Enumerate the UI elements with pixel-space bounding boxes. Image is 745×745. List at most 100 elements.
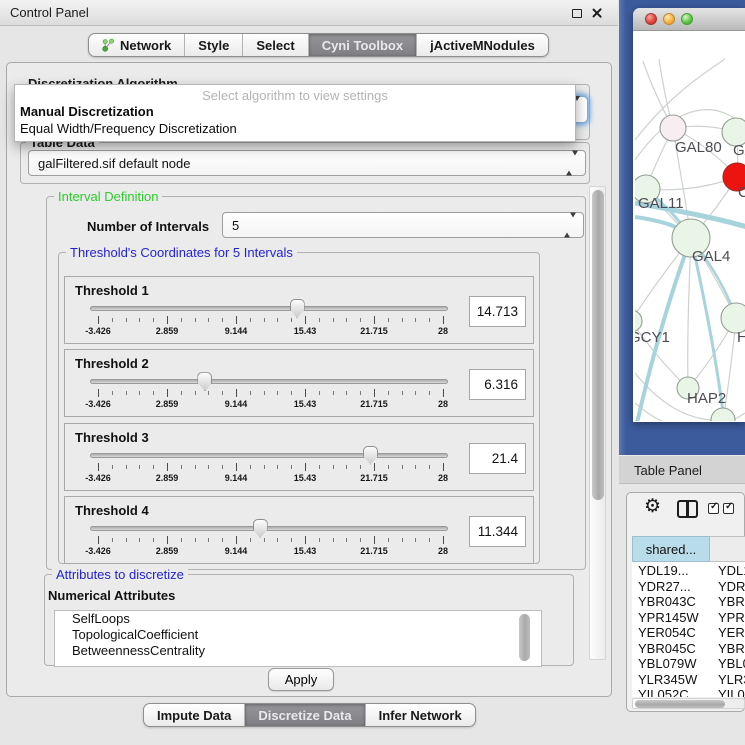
cell-shared-name[interactable]: YDR27... xyxy=(632,579,710,595)
table-row[interactable]: YER054CYER0 xyxy=(632,625,745,641)
cell-name[interactable]: YER0 xyxy=(710,625,745,641)
table-hscrollbar-thumb[interactable] xyxy=(635,700,725,708)
network-node[interactable] xyxy=(660,115,686,141)
network-node[interactable] xyxy=(711,408,735,421)
zoom-traffic-light-icon[interactable] xyxy=(681,13,693,25)
slider-thumb[interactable] xyxy=(197,372,212,391)
slider-thumb[interactable] xyxy=(253,519,268,538)
cell-shared-name[interactable]: YLR345W xyxy=(632,672,710,688)
slider-track[interactable] xyxy=(90,453,448,458)
checkbox-icon[interactable] xyxy=(723,503,734,514)
tab-discretize-data[interactable]: Discretize Data xyxy=(244,704,364,726)
tab-jactivemnodules[interactable]: jActiveMNodules xyxy=(416,34,548,56)
close-traffic-light-icon[interactable] xyxy=(645,13,657,25)
attribute-item-topologicalcoefficient[interactable]: TopologicalCoefficient xyxy=(55,627,541,643)
cell-name[interactable]: YBR0 xyxy=(710,641,745,657)
node-label-gal4: GAL4 xyxy=(692,248,730,265)
cell-shared-name[interactable]: YPR145W xyxy=(632,610,710,626)
cell-shared-name[interactable]: YDL19... xyxy=(632,563,710,579)
close-icon[interactable] xyxy=(591,7,603,19)
cell-name[interactable]: YPR1 xyxy=(710,610,745,626)
tab-infer-network[interactable]: Infer Network xyxy=(365,704,475,726)
split-columns-icon[interactable] xyxy=(677,500,698,518)
interval-definition-title: Interval Definition xyxy=(54,189,162,204)
number-of-intervals-value: 5 xyxy=(232,218,239,233)
number-of-intervals-combo[interactable]: 5 xyxy=(222,212,584,238)
column-header-name[interactable]: name xyxy=(710,536,745,562)
table-row[interactable]: YPR145WYPR1 xyxy=(632,610,745,626)
minimize-traffic-light-icon[interactable] xyxy=(663,13,675,25)
network-window: GAL80GACGAL11GAL4GCY1HHAP2 xyxy=(633,8,745,422)
table-row[interactable]: YBR045CYBR0 xyxy=(632,641,745,657)
slider-tick xyxy=(415,465,416,469)
threshold-value-field[interactable]: 11.344 xyxy=(469,516,526,547)
tick-label: 15.43 xyxy=(294,326,317,336)
attribute-item-betweennesscentrality[interactable]: BetweennessCentrality xyxy=(55,643,541,659)
numerical-attributes-list[interactable]: SelfLoopsTopologicalCoefficientBetweenne… xyxy=(54,610,542,667)
dropdown-option-manual-discretization[interactable]: Manual Discretization xyxy=(15,103,575,120)
cell-name[interactable]: YDL1 xyxy=(710,563,745,579)
tab-impute-data[interactable]: Impute Data xyxy=(144,704,244,726)
tab-label: Infer Network xyxy=(379,708,462,723)
table-row[interactable]: YDL19...YDL1 xyxy=(632,563,745,579)
cell-name[interactable]: YBR0 xyxy=(710,594,745,610)
slider-thumb[interactable] xyxy=(290,299,305,318)
table-data-combo[interactable]: galFiltered.sif default node xyxy=(28,150,586,176)
number-of-intervals-label: Number of Intervals xyxy=(87,219,209,234)
slider-tick xyxy=(333,465,334,469)
threshold-row-4: Threshold 4-3.4262.8599.14415.4321.71528… xyxy=(64,496,534,564)
slider-tick xyxy=(250,538,251,542)
cell-name[interactable]: YBL0 xyxy=(710,656,745,672)
cell-shared-name[interactable]: YBR045C xyxy=(632,641,710,657)
table-row[interactable]: YBL079WYBL0 xyxy=(632,656,745,672)
slider-tick xyxy=(346,391,347,395)
column-header-shared[interactable]: shared... xyxy=(632,536,710,562)
cell-name[interactable]: YDR2 xyxy=(710,579,745,595)
slider-tick xyxy=(415,538,416,542)
threshold-value-field[interactable]: 21.4 xyxy=(469,443,526,474)
tab-network[interactable]: Network xyxy=(89,34,184,56)
tab-cyni-toolbox[interactable]: Cyni Toolbox xyxy=(308,34,416,56)
slider-tick xyxy=(112,538,113,542)
cell-shared-name[interactable]: YIL052C xyxy=(632,687,710,697)
table-row[interactable]: YDR27...YDR2 xyxy=(632,579,745,595)
slider-tick xyxy=(250,465,251,469)
slider-tick xyxy=(415,391,416,395)
cell-shared-name[interactable]: YBR043C xyxy=(632,594,710,610)
table-row[interactable]: YIL052CYIL0 xyxy=(632,687,745,697)
table-row[interactable]: YBR043CYBR0 xyxy=(632,594,745,610)
gear-icon[interactable]: ⚙ xyxy=(644,496,661,518)
cell-name[interactable]: YIL0 xyxy=(710,687,745,697)
checkbox-icon[interactable] xyxy=(708,503,719,514)
tick-label: -3.426 xyxy=(85,399,111,409)
apply-button[interactable]: Apply xyxy=(268,668,334,691)
threshold-value-field[interactable]: 6.316 xyxy=(469,369,526,400)
dropdown-option-equal-width-frequency-discretization[interactable]: Equal Width/Frequency Discretization xyxy=(15,120,575,137)
slider-tick xyxy=(181,465,182,469)
tab-style[interactable]: Style xyxy=(184,34,242,56)
slider-tick xyxy=(305,463,306,471)
slider-thumb[interactable] xyxy=(363,446,378,465)
panel-scrollbar-thumb[interactable] xyxy=(592,190,604,500)
cell-shared-name[interactable]: YER054C xyxy=(632,625,710,641)
float-window-icon[interactable] xyxy=(572,9,582,18)
slider-track[interactable] xyxy=(90,526,448,531)
network-window-titlebar[interactable] xyxy=(633,8,745,31)
slider-track[interactable] xyxy=(90,306,448,311)
slider-tick xyxy=(346,318,347,322)
slider-tick xyxy=(208,318,209,322)
cell-name[interactable]: YLR3 xyxy=(710,672,745,688)
slider-tick xyxy=(388,391,389,395)
network-canvas[interactable]: GAL80GACGAL11GAL4GCY1HHAP2 xyxy=(635,31,745,421)
list-scrollbar-thumb[interactable] xyxy=(519,614,530,661)
slider-tick xyxy=(374,463,375,471)
cell-shared-name[interactable]: YBL079W xyxy=(632,656,710,672)
tick-label: 28 xyxy=(438,326,448,336)
threshold-value-field[interactable]: 14.713 xyxy=(469,296,526,327)
slider-track[interactable] xyxy=(90,379,448,384)
tab-select[interactable]: Select xyxy=(242,34,307,56)
table-row[interactable]: YLR345WYLR3 xyxy=(632,672,745,688)
slider-tick xyxy=(153,465,154,469)
attribute-item-selfloops[interactable]: SelfLoops xyxy=(55,611,541,627)
thresholds-group-title: Threshold's Coordinates for 5 Intervals xyxy=(66,245,297,260)
